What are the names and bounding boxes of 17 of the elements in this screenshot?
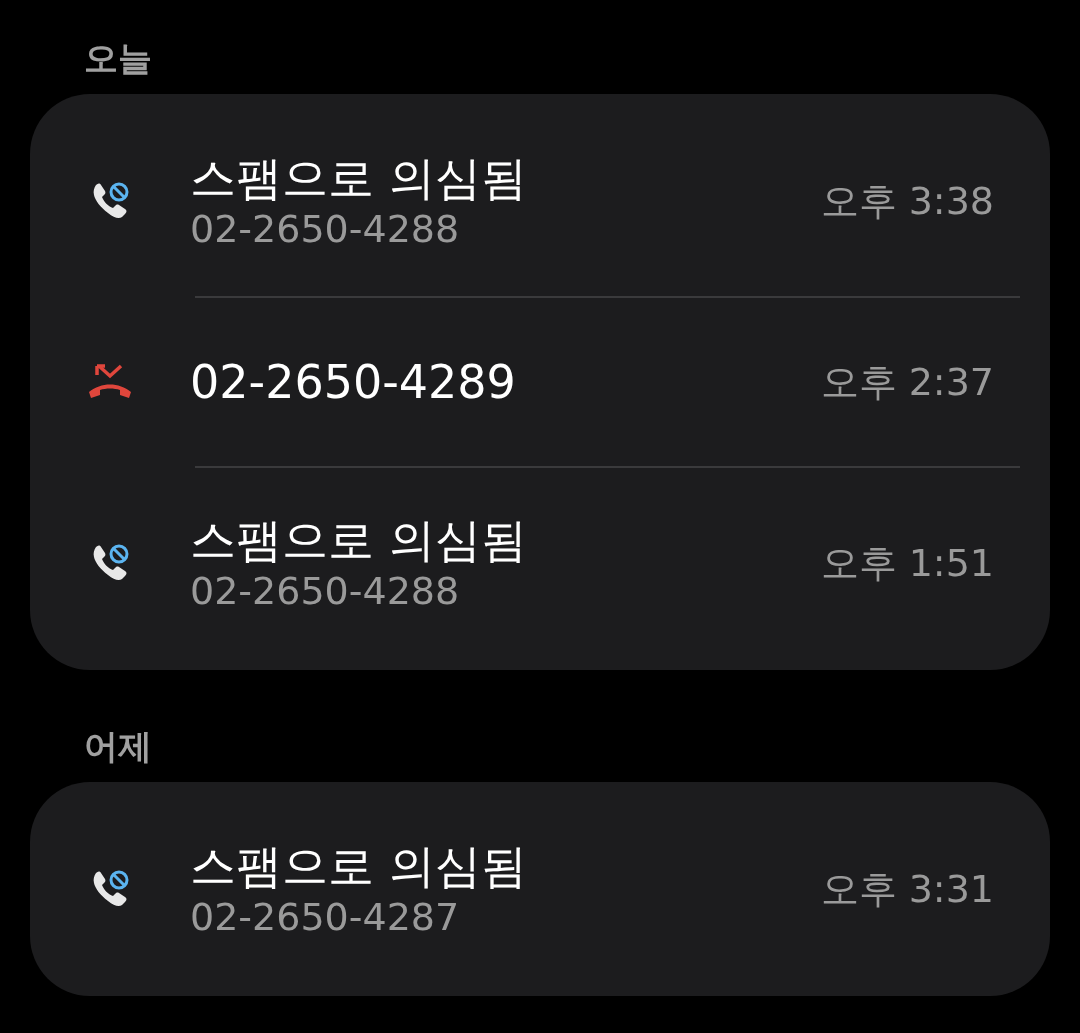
caller-name: 02-2650-4289 [190,354,517,410]
call-log-item[interactable]: 스팸으로 의심됨 02-2650-4288 오후 1:51 [30,468,1050,658]
caller-name: 스팸으로 의심됨 [190,838,528,894]
call-time: 오후 1:51 [820,539,994,587]
section-heading: 오늘 [84,36,152,80]
call-log-item[interactable]: 스팸으로 의심됨 02-2650-4287 오후 3:31 [30,794,1050,984]
phone-number: 02-2650-4288 [190,206,461,252]
call-log-item[interactable]: 02-2650-4289 오후 2:37 [30,298,1050,466]
caller-name: 스팸으로 의심됨 [190,512,528,568]
call-time: 오후 3:31 [820,865,994,913]
phone-number: 02-2650-4288 [190,568,461,614]
phone-number: 02-2650-4287 [190,894,461,940]
section-heading: 어제 [84,724,152,768]
call-log-item[interactable]: 스팸으로 의심됨 02-2650-4288 오후 3:38 [30,106,1050,296]
caller-name: 스팸으로 의심됨 [190,150,528,206]
call-time: 오후 2:37 [820,358,994,406]
call-time: 오후 3:38 [820,177,994,225]
